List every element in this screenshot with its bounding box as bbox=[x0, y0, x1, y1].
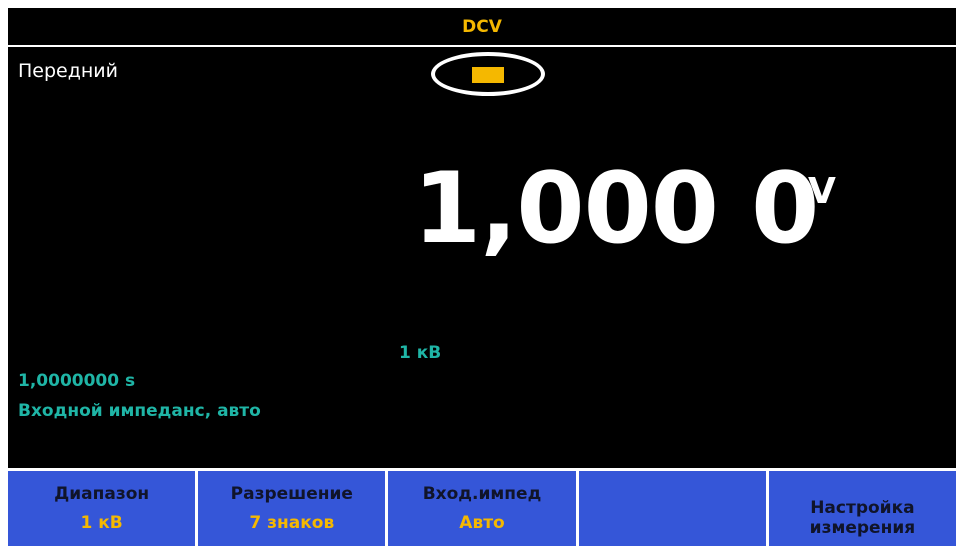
range-annunciator: 1 кВ bbox=[399, 343, 442, 363]
input-impedance-info: Входной импеданс, авто bbox=[18, 401, 261, 421]
softkey-range-value: 1 кВ bbox=[80, 512, 123, 533]
softkey-resolution-label: Разрешение bbox=[230, 483, 353, 504]
indicator-fill bbox=[472, 67, 504, 83]
softkey-input-impedance-label: Вход.импед bbox=[422, 483, 542, 504]
reading-unit: V bbox=[808, 171, 836, 212]
softkey-resolution-value: 7 знаков bbox=[249, 512, 335, 533]
softkey-setup-label-line2: измерения bbox=[809, 517, 916, 538]
aperture-info: 1,0000000 s bbox=[18, 371, 136, 391]
softkey-input-impedance[interactable]: Вход.импед Авто bbox=[388, 468, 579, 546]
softkey-range-label: Диапазон bbox=[54, 483, 150, 504]
main-reading: 1,000 0 bbox=[413, 152, 819, 266]
function-title: DCV bbox=[462, 17, 502, 37]
softkey-setup-label-line1: Настройка bbox=[810, 497, 915, 518]
softkey-measurement-setup[interactable]: Настройка измерения bbox=[768, 468, 956, 546]
softkey-input-impedance-value: Авто bbox=[459, 512, 505, 533]
terminal-label: Передний bbox=[18, 60, 118, 82]
softkey-bar: Диапазон 1 кВ Разрешение 7 знаков Вход.и… bbox=[8, 468, 956, 546]
softkey-resolution[interactable]: Разрешение 7 знаков bbox=[198, 468, 389, 546]
softkey-empty[interactable] bbox=[578, 468, 769, 546]
measurement-indicator-icon bbox=[431, 52, 545, 96]
softkey-range[interactable]: Диапазон 1 кВ bbox=[8, 468, 199, 546]
title-divider bbox=[8, 45, 956, 47]
meter-screen: DCV Передний 1,000 0 V 1 кВ 1,0000000 s … bbox=[8, 8, 956, 546]
